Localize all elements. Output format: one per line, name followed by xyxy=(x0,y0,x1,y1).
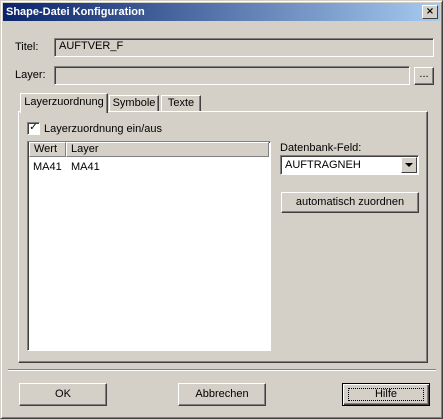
tab-layerzuordnung-label: Layerzuordnung xyxy=(24,96,104,108)
column-header-wert-label: Wert xyxy=(34,143,58,155)
layerzuordnung-checkbox-label: Layerzuordnung ein/aus xyxy=(44,123,163,135)
chevron-down-icon xyxy=(405,163,413,167)
db-field-value: AUFTRAGNEH xyxy=(285,159,361,171)
layer-label: Layer: xyxy=(15,69,46,81)
column-header-layer[interactable]: Layer xyxy=(66,142,269,157)
cell-wert: MA41 xyxy=(33,161,62,173)
layer-browse-button[interactable]: ... xyxy=(414,67,434,85)
dropdown-button[interactable] xyxy=(401,157,417,173)
auto-assign-label: automatisch zuordnen xyxy=(295,196,405,208)
titel-field[interactable]: AUFTVER_F xyxy=(54,38,434,57)
tab-symbole[interactable]: Symbole xyxy=(109,95,159,112)
tab-texte-label: Texte xyxy=(167,97,195,109)
focus-indicator xyxy=(348,388,424,401)
layerzuordnung-checkbox[interactable]: ✓ xyxy=(27,122,40,135)
tab-layerzuordnung[interactable]: Layerzuordnung xyxy=(20,93,108,113)
tab-panel-layerzuordnung: ✓ Layerzuordnung ein/aus Wert Layer MA41… xyxy=(18,110,428,363)
layer-field[interactable] xyxy=(54,66,410,85)
browse-label: ... xyxy=(419,68,429,80)
column-header-wert[interactable]: Wert xyxy=(29,142,66,157)
separator xyxy=(8,369,436,371)
titel-label: Titel: xyxy=(15,41,39,53)
tab-symbole-label: Symbole xyxy=(112,97,156,109)
title-bar[interactable]: Shape-Datei Konfiguration × xyxy=(3,3,440,21)
titel-value: AUFTVER_F xyxy=(59,40,124,52)
dialog-window: Shape-Datei Konfiguration × Titel: AUFTV… xyxy=(0,0,443,419)
cancel-label: Abbrechen xyxy=(195,388,249,400)
help-button[interactable]: Hilfe xyxy=(342,383,430,406)
layer-mapping-list[interactable]: Wert Layer MA41 MA41 xyxy=(27,141,271,351)
close-icon: × xyxy=(425,6,435,17)
cell-layer: MA41 xyxy=(71,161,100,173)
ok-label: OK xyxy=(55,388,71,400)
column-header-layer-label: Layer xyxy=(71,143,99,155)
db-field-select[interactable]: AUFTRAGNEH xyxy=(280,155,419,175)
check-icon: ✓ xyxy=(29,122,38,133)
cancel-button[interactable]: Abbrechen xyxy=(178,383,266,406)
tab-texte[interactable]: Texte xyxy=(161,95,201,112)
db-field-label: Datenbank-Feld: xyxy=(280,142,362,154)
window-title: Shape-Datei Konfiguration xyxy=(6,6,145,18)
close-button[interactable]: × xyxy=(422,5,438,19)
auto-assign-button[interactable]: automatisch zuordnen xyxy=(281,192,419,213)
ok-button[interactable]: OK xyxy=(19,383,107,406)
